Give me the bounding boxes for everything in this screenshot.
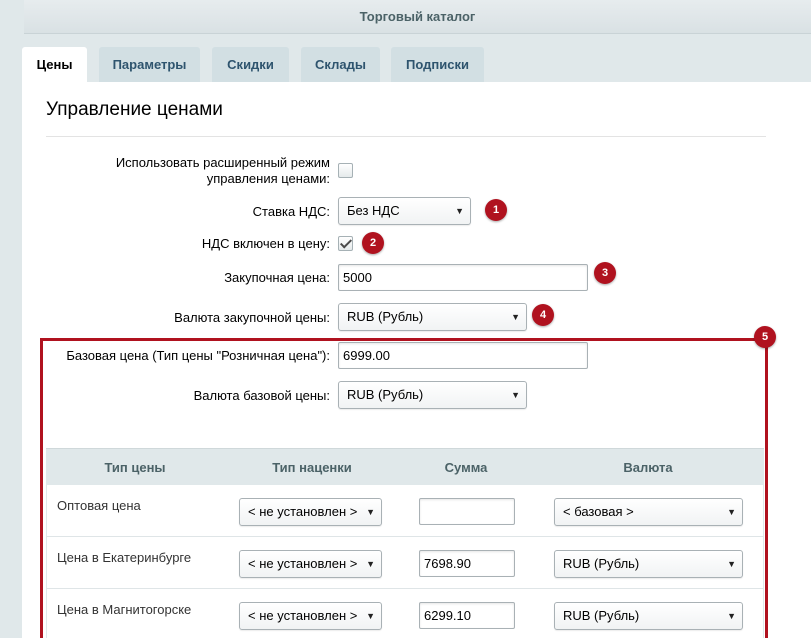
chevron-down-icon: ▼: [511, 390, 520, 400]
chevron-down-icon: ▼: [727, 507, 736, 517]
chevron-down-icon: ▼: [511, 312, 520, 322]
vat-rate-value: Без НДС: [347, 203, 400, 218]
purchase-price-label: Закупочная цена:: [224, 270, 330, 285]
currency-value: RUB (Рубль): [563, 556, 640, 571]
amount-input[interactable]: 6299.10: [419, 602, 515, 629]
advanced-mode-label-line2: управления ценами:: [206, 171, 330, 186]
divider: [46, 136, 766, 137]
vat-rate-label: Ставка НДС:: [252, 204, 330, 219]
page-header: Торговый каталог: [24, 0, 811, 34]
advanced-mode-checkbox[interactable]: [338, 163, 353, 178]
purchase-currency-label: Валюта закупочной цены:: [174, 310, 330, 325]
marker-badge-2: 2: [362, 232, 384, 254]
purchase-currency-value: RUB (Рубль): [347, 309, 424, 324]
tab-discounts[interactable]: Скидки: [212, 47, 289, 83]
column-header-markup-type: Тип наценки: [272, 460, 352, 475]
markup-type-value: < не установлен >: [248, 504, 358, 519]
chevron-down-icon: ▼: [727, 611, 736, 621]
row-divider: [46, 536, 764, 537]
currency-value: RUB (Рубль): [563, 608, 640, 623]
currency-select[interactable]: < базовая > ▼: [554, 498, 743, 526]
currency-select[interactable]: RUB (Рубль) ▼: [554, 550, 743, 578]
price-type-name: Оптовая цена: [57, 498, 141, 513]
price-table-header: Тип цены Тип наценки Сумма Валюта: [46, 448, 764, 485]
marker-badge-3: 3: [594, 262, 616, 284]
marker-badge-4: 4: [532, 304, 554, 326]
section-title: Управление ценами: [46, 99, 223, 120]
markup-type-select[interactable]: < не установлен > ▼: [239, 602, 382, 630]
price-type-name: Цена в Магнитогорске: [57, 602, 192, 617]
advanced-mode-label: Использовать расширенный режим управлени…: [80, 155, 330, 187]
markup-type-select[interactable]: < не установлен > ▼: [239, 498, 382, 526]
base-currency-label: Валюта базовой цены:: [193, 388, 330, 403]
tab-warehouses[interactable]: Склады: [301, 47, 380, 83]
purchase-price-input[interactable]: 5000: [338, 264, 588, 291]
header-title: Торговый каталог: [359, 9, 476, 24]
tab-parameters[interactable]: Параметры: [99, 47, 200, 83]
currency-select[interactable]: RUB (Рубль) ▼: [554, 602, 743, 630]
amount-input[interactable]: [419, 498, 515, 525]
vat-rate-select[interactable]: Без НДС ▼: [338, 197, 471, 225]
chevron-down-icon: ▼: [366, 559, 375, 569]
markup-type-value: < не установлен >: [248, 608, 358, 623]
tab-prices[interactable]: Цены: [22, 47, 87, 84]
markup-type-value: < не установлен >: [248, 556, 358, 571]
base-price-label: Базовая цена (Тип цены "Розничная цена")…: [66, 348, 330, 363]
marker-badge-1: 1: [485, 199, 507, 221]
row-divider: [46, 588, 764, 589]
column-header-amount: Сумма: [444, 460, 488, 475]
column-header-currency: Валюта: [623, 460, 673, 475]
purchase-currency-select[interactable]: RUB (Рубль) ▼: [338, 303, 527, 331]
chevron-down-icon: ▼: [366, 611, 375, 621]
vat-included-label: НДС включен в цену:: [201, 236, 330, 251]
tab-subscriptions[interactable]: Подписки: [391, 47, 484, 83]
price-type-name: Цена в Екатеринбурге: [57, 550, 192, 565]
chevron-down-icon: ▼: [455, 206, 464, 216]
base-price-input[interactable]: 6999.00: [338, 342, 588, 369]
base-currency-select[interactable]: RUB (Рубль) ▼: [338, 381, 527, 409]
vat-included-checkbox[interactable]: [338, 236, 353, 251]
chevron-down-icon: ▼: [366, 507, 375, 517]
amount-input[interactable]: 7698.90: [419, 550, 515, 577]
chevron-down-icon: ▼: [727, 559, 736, 569]
advanced-mode-label-line1: Использовать расширенный режим: [115, 155, 330, 170]
currency-value: < базовая >: [563, 504, 634, 519]
markup-type-select[interactable]: < не установлен > ▼: [239, 550, 382, 578]
base-currency-value: RUB (Рубль): [347, 387, 424, 402]
marker-badge-5: 5: [754, 326, 776, 348]
column-header-price-type: Тип цены: [104, 460, 166, 475]
